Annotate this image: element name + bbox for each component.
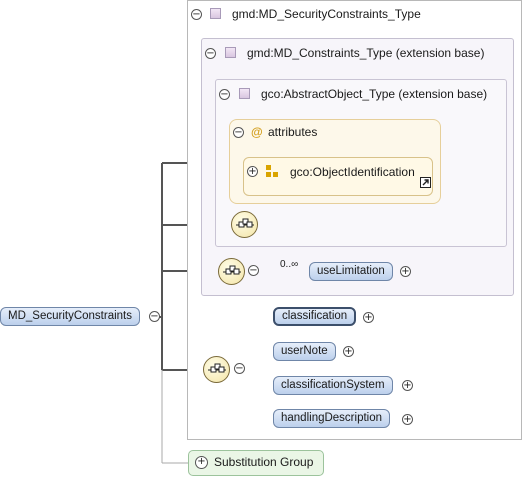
collapse-toggle[interactable]: −: [248, 265, 259, 276]
collapse-toggle[interactable]: −: [219, 89, 230, 100]
collapse-toggle[interactable]: −: [205, 48, 216, 59]
extension-label: gco:AbstractObject_Type (extension base): [261, 87, 488, 101]
substitution-group-label: Substitution Group: [214, 455, 314, 469]
expand-toggle[interactable]: +: [363, 312, 374, 323]
expand-toggle[interactable]: +: [402, 414, 413, 425]
expand-toggle[interactable]: +: [343, 346, 354, 357]
expand-toggle[interactable]: +: [247, 166, 258, 177]
complex-type-icon: [210, 8, 221, 19]
root-element[interactable]: MD_SecurityConstraints: [0, 307, 140, 326]
collapse-toggle[interactable]: −: [234, 363, 245, 374]
substitution-group-box[interactable]: + Substitution Group: [188, 450, 324, 476]
shortcut-arrow-icon: [420, 177, 431, 188]
element-user-note[interactable]: userNote: [273, 342, 336, 361]
complex-type-icon: [239, 88, 250, 99]
sequence-icon: [208, 363, 226, 373]
sequence-icon: [223, 265, 241, 275]
element-classification-system[interactable]: classificationSystem: [273, 376, 393, 395]
collapse-toggle[interactable]: −: [149, 311, 160, 322]
expand-toggle[interactable]: +: [400, 266, 411, 277]
expand-toggle[interactable]: +: [195, 456, 208, 470]
extension-label: gmd:MD_Constraints_Type (extension base): [247, 46, 485, 60]
expand-toggle[interactable]: +: [402, 380, 413, 391]
cardinality-label: 0..∞: [280, 259, 299, 270]
complex-type-label: gmd:MD_SecurityConstraints_Type: [232, 7, 421, 21]
attribute-at-icon: @: [251, 125, 263, 139]
attributes-label: attributes: [268, 125, 318, 139]
element-use-limitation[interactable]: useLimitation: [309, 262, 393, 281]
attribute-group-label: gco:ObjectIdentification: [290, 165, 415, 179]
attribute-group-icon: [266, 165, 278, 177]
element-handling-description[interactable]: handlingDescription: [273, 409, 391, 428]
sequence-icon: [236, 218, 254, 228]
collapse-toggle[interactable]: −: [191, 9, 202, 20]
element-classification[interactable]: classification: [273, 307, 357, 326]
collapse-toggle[interactable]: −: [233, 127, 244, 138]
complex-type-icon: [225, 47, 236, 58]
